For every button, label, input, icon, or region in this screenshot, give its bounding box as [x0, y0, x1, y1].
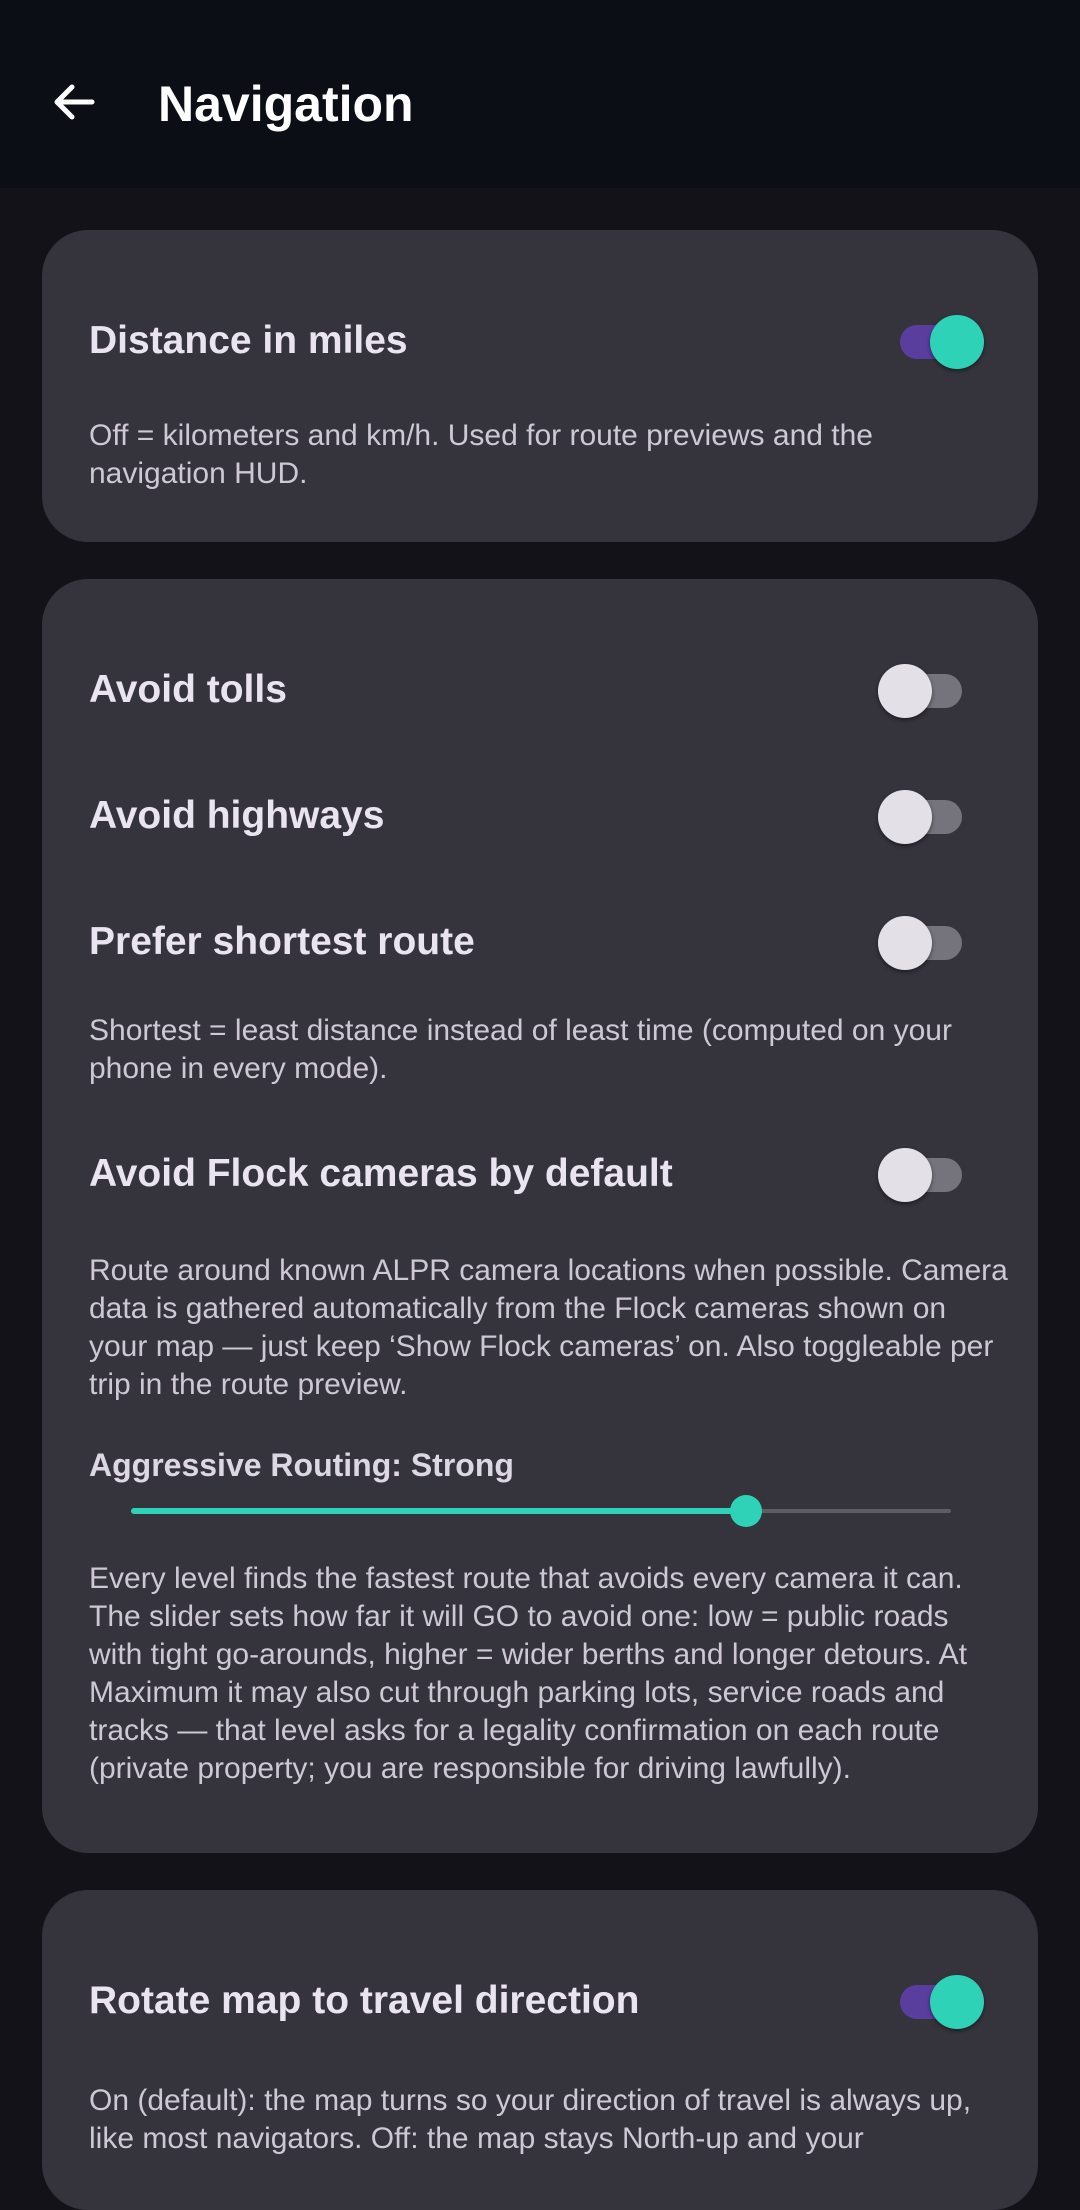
map-card: Rotate map to travel direction On (defau… — [42, 1890, 1038, 2210]
switch-thumb — [878, 790, 932, 844]
distance-in-miles-switch[interactable] — [900, 314, 984, 370]
switch-thumb — [930, 1975, 984, 2029]
page-title: Navigation — [158, 76, 414, 132]
units-card: Distance in miles Off = kilometers and k… — [42, 230, 1038, 542]
back-button[interactable] — [40, 62, 108, 142]
routing-card: Avoid tolls Avoid highways Prefer shorte… — [42, 579, 1038, 1853]
avoid-tolls-switch[interactable] — [878, 663, 962, 719]
prefer-shortest-route-switch[interactable] — [878, 915, 962, 971]
aggressive-routing-description: Every level finds the fastest route that… — [89, 1562, 968, 1785]
avoid-highways-switch[interactable] — [878, 789, 962, 845]
prefer-shortest-route-description: Shortest = least distance instead of lea… — [89, 1014, 952, 1085]
switch-thumb — [878, 916, 932, 970]
rotate-map-description: On (default): the map turns so your dire… — [89, 2084, 972, 2155]
switch-thumb — [930, 315, 984, 369]
avoid-flock-cameras-switch[interactable] — [878, 1147, 962, 1203]
avoid-flock-cameras-description: Route around known ALPR camera locations… — [89, 1254, 1008, 1401]
slider-thumb[interactable] — [730, 1495, 762, 1527]
arrow-left-icon — [54, 84, 95, 120]
top-app-bar: Navigation — [0, 0, 1080, 188]
switch-thumb — [878, 664, 932, 718]
avoid-flock-cameras-label: Avoid Flock cameras by default — [89, 1152, 673, 1195]
rotate-map-label: Rotate map to travel direction — [89, 1979, 640, 2022]
slider-active-track — [131, 1508, 746, 1514]
distance-in-miles-label: Distance in miles — [89, 319, 408, 362]
prefer-shortest-route-label: Prefer shortest route — [89, 920, 475, 963]
switch-thumb — [878, 1148, 932, 1202]
avoid-tolls-label: Avoid tolls — [89, 668, 287, 711]
aggressive-routing-label: Aggressive Routing: Strong — [89, 1447, 514, 1483]
aggressive-routing-slider[interactable] — [131, 1491, 951, 1531]
avoid-highways-label: Avoid highways — [89, 794, 385, 837]
rotate-map-switch[interactable] — [900, 1974, 984, 2030]
distance-in-miles-description: Off = kilometers and km/h. Used for rout… — [89, 419, 873, 490]
